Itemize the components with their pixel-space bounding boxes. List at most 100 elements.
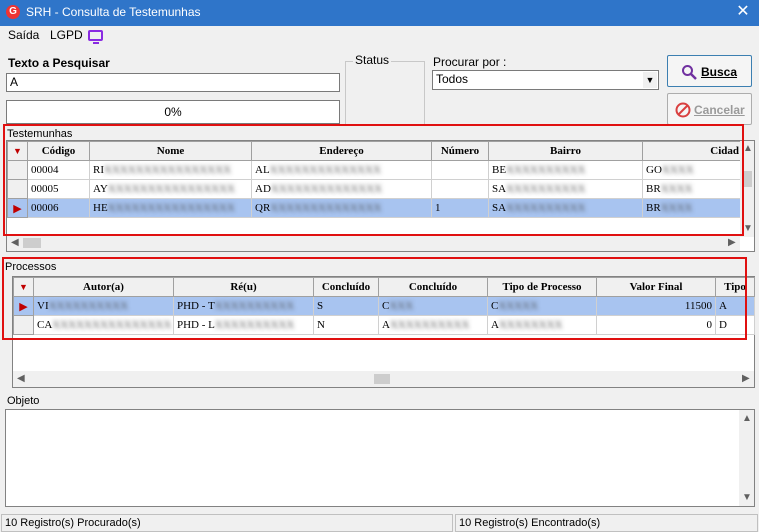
col-valor-final[interactable]: Valor Final: [596, 277, 716, 297]
procurar-label: Procurar por :: [433, 55, 507, 69]
scroll-left-icon[interactable]: ◀: [17, 373, 25, 384]
cell-bairro[interactable]: SAXXXXXXXXXX: [488, 179, 643, 199]
cell-valor-final[interactable]: 0: [596, 315, 716, 335]
cell-cidade[interactable]: GOXXXX: [642, 160, 742, 180]
cell-bairro[interactable]: SAXXXXXXXXXX: [488, 198, 643, 218]
cell-valor-final[interactable]: 11500: [596, 296, 716, 316]
horizontal-scrollbar[interactable]: ◀ ▶: [7, 235, 740, 251]
scroll-up-icon[interactable]: ▲: [742, 413, 752, 424]
cell-bairro[interactable]: BEXXXXXXXXXX: [488, 160, 643, 180]
scroll-thumb[interactable]: [742, 171, 752, 187]
monitor-icon[interactable]: [88, 30, 103, 44]
cell-numero[interactable]: [431, 160, 489, 180]
col-codigo[interactable]: Código: [27, 141, 90, 161]
objeto-textarea[interactable]: ▲ ▼: [5, 409, 755, 507]
table-row-selected[interactable]: ▶ VIXXXXXXXXXX PHD - TXXXXXXXXXX S CXXX …: [13, 296, 755, 316]
testemunhas-label: Testemunhas: [7, 128, 73, 140]
vertical-scrollbar[interactable]: ▲ ▼: [740, 141, 754, 237]
cell-nome-text: AY: [93, 183, 108, 195]
search-label: Texto a Pesquisar: [8, 56, 110, 70]
cell-tipo-processo[interactable]: AXXXXXXXX: [487, 315, 597, 335]
grid-menu-indicator[interactable]: ▼: [13, 277, 34, 297]
status-label: Status: [353, 53, 392, 67]
scroll-down-icon[interactable]: ▼: [742, 492, 752, 503]
row-indicator: [7, 160, 28, 180]
cell-numero[interactable]: 1: [431, 198, 489, 218]
scroll-right-icon[interactable]: ▶: [742, 373, 750, 384]
redacted-text: XXXXXXXXXX: [214, 300, 295, 312]
row-pointer-icon: ▶: [13, 296, 34, 316]
scroll-thumb[interactable]: [23, 238, 41, 248]
testemunhas-grid: ▼ Código Nome Endereço Número Bairro Cid…: [6, 140, 755, 252]
col-bairro[interactable]: Bairro: [488, 141, 643, 161]
horizontal-scrollbar[interactable]: ◀ ▶: [13, 371, 754, 387]
cell-codigo[interactable]: 00005: [27, 179, 90, 199]
col-reu[interactable]: Ré(u): [173, 277, 314, 297]
cell-endereco[interactable]: ALXXXXXXXXXXXXXX: [251, 160, 432, 180]
progress-text: 0%: [164, 105, 182, 119]
col-concluido-2[interactable]: Concluído: [378, 277, 488, 297]
cell-endereco-text: AD: [255, 183, 271, 195]
cancelar-button[interactable]: Cancelar: [667, 93, 752, 125]
procurar-selected: Todos: [436, 72, 469, 86]
cell-endereco[interactable]: QRXXXXXXXXXXXXXX: [251, 198, 432, 218]
col-concluido[interactable]: Concluído: [313, 277, 379, 297]
col-cidade[interactable]: Cidad: [642, 141, 742, 161]
cell-nome[interactable]: RIXXXXXXXXXXXXXXXX: [89, 160, 252, 180]
busca-button[interactable]: Busca: [667, 55, 752, 87]
cell-autor-text: CA: [37, 319, 53, 331]
redacted-text: XXXX: [660, 183, 693, 195]
scroll-up-icon[interactable]: ▲: [743, 143, 753, 154]
cell-nome-text: RI: [93, 164, 104, 176]
table-row[interactable]: CAXXXXXXXXXXXXXXX PHD - LXXXXXXXXXX N AX…: [13, 315, 755, 335]
grid-menu-indicator[interactable]: ▼: [7, 141, 28, 161]
col-tipo-processo[interactable]: Tipo de Processo: [487, 277, 597, 297]
table-row[interactable]: 00005 AYXXXXXXXXXXXXXXXX ADXXXXXXXXXXXXX…: [7, 179, 742, 199]
cell-concluido-2[interactable]: CXXX: [378, 296, 488, 316]
menu-item-saida[interactable]: Saída: [8, 28, 39, 42]
busca-label: Busca: [701, 65, 738, 79]
search-input[interactable]: A: [6, 73, 340, 92]
col-tipo[interactable]: Tipo: [715, 277, 755, 297]
redacted-text: XXXXXXXXXX: [389, 319, 470, 331]
col-nome[interactable]: Nome: [89, 141, 252, 161]
col-endereco[interactable]: Endereço: [251, 141, 432, 161]
table-row[interactable]: 00004 RIXXXXXXXXXXXXXXXX ALXXXXXXXXXXXXX…: [7, 160, 742, 180]
cell-nome[interactable]: HEXXXXXXXXXXXXXXXX: [89, 198, 252, 218]
cell-autor-text: VI: [37, 300, 49, 312]
cell-autor[interactable]: VIXXXXXXXXXX: [33, 296, 174, 316]
col-autor[interactable]: Autor(a): [33, 277, 174, 297]
scroll-down-icon[interactable]: ▼: [743, 223, 753, 234]
cell-reu[interactable]: PHD - TXXXXXXXXXX: [173, 296, 314, 316]
cell-concluido[interactable]: N: [313, 315, 379, 335]
cell-cidade-text: BR: [646, 183, 661, 195]
cell-numero[interactable]: [431, 179, 489, 199]
cell-endereco[interactable]: ADXXXXXXXXXXXXXX: [251, 179, 432, 199]
scroll-thumb[interactable]: [374, 374, 390, 384]
menu-item-lgpd[interactable]: LGPD: [50, 28, 83, 42]
objeto-label: Objeto: [7, 395, 40, 407]
cell-concluido[interactable]: S: [313, 296, 379, 316]
cell-autor[interactable]: CAXXXXXXXXXXXXXXX: [33, 315, 174, 335]
col-numero[interactable]: Número: [431, 141, 489, 161]
procurar-select[interactable]: Todos ▼: [432, 70, 659, 90]
scroll-left-icon[interactable]: ◀: [11, 237, 19, 248]
cell-tipo-processo[interactable]: CXXXXX: [487, 296, 597, 316]
cell-codigo[interactable]: 00004: [27, 160, 90, 180]
cell-codigo[interactable]: 00006: [27, 198, 90, 218]
cell-cidade[interactable]: BRXXXX: [642, 179, 742, 199]
close-icon[interactable]: ✕: [733, 2, 753, 22]
cell-concluido-2[interactable]: AXXXXXXXXXX: [378, 315, 488, 335]
cell-reu[interactable]: PHD - LXXXXXXXXXX: [173, 315, 314, 335]
vertical-scrollbar[interactable]: ▲ ▼: [739, 410, 754, 506]
cell-cidade[interactable]: BRXXXX: [642, 198, 742, 218]
cell-tipo[interactable]: A: [715, 296, 755, 316]
table-row-selected[interactable]: ▶ 00006 HEXXXXXXXXXXXXXXXX QRXXXXXXXXXXX…: [7, 198, 742, 218]
cell-tipo[interactable]: D: [715, 315, 755, 335]
chevron-down-icon[interactable]: ▼: [643, 72, 657, 88]
cell-reu-text: PHD - L: [177, 319, 215, 331]
redacted-text: XXXXXXXXXX: [506, 164, 586, 176]
redacted-text: XXXXXXXXXX: [214, 319, 295, 331]
scroll-right-icon[interactable]: ▶: [728, 237, 736, 248]
cell-nome[interactable]: AYXXXXXXXXXXXXXXXX: [89, 179, 252, 199]
